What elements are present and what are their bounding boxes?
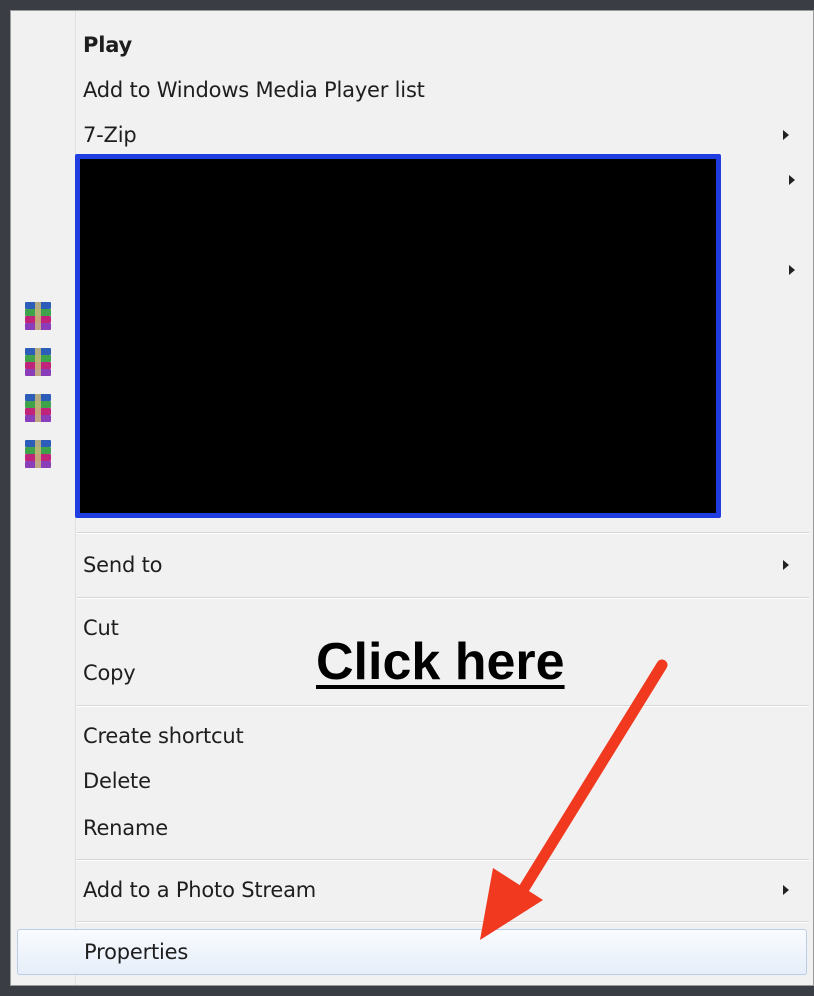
menu-separator (77, 921, 809, 923)
submenu-arrow-icon (783, 885, 789, 895)
menu-item-label: Rename (83, 816, 168, 840)
menu-item-label: Add to Windows Media Player list (83, 78, 425, 102)
menu-item-label: Create shortcut (83, 724, 244, 748)
menu-item-create-shortcut[interactable]: Create shortcut (81, 716, 807, 756)
menu-item-7zip[interactable]: 7-Zip (81, 115, 807, 155)
winrar-icon (25, 440, 51, 468)
menu-item-label: Cut (83, 616, 119, 640)
click-here-annotation: Click here (316, 633, 565, 691)
submenu-arrow-icon (783, 560, 789, 570)
context-menu: Play Add to Windows Media Player list 7-… (10, 10, 814, 986)
menu-item-properties[interactable]: Properties (17, 929, 807, 975)
redacted-menu-region (75, 154, 721, 518)
menu-item-rename[interactable]: Rename (81, 808, 807, 848)
menu-item-delete[interactable]: Delete (81, 761, 807, 801)
menu-item-label: Play (83, 33, 133, 57)
menu-separator (77, 859, 809, 861)
submenu-arrow-icon[interactable] (789, 175, 795, 185)
menu-item-add-to-wmp-list[interactable]: Add to Windows Media Player list (81, 70, 807, 110)
menu-item-add-to-photo-stream[interactable]: Add to a Photo Stream (81, 870, 807, 910)
menu-separator (77, 705, 809, 707)
menu-item-label: Delete (83, 769, 151, 793)
winrar-icon (25, 348, 51, 376)
menu-item-label: 7-Zip (83, 123, 137, 147)
winrar-icon (25, 302, 51, 330)
menu-separator (77, 597, 809, 599)
menu-item-label: Copy (83, 661, 136, 685)
menu-item-label: Add to a Photo Stream (83, 878, 316, 902)
winrar-icon (25, 394, 51, 422)
menu-separator (77, 532, 809, 534)
menu-item-send-to[interactable]: Send to (81, 545, 807, 585)
menu-item-label: Properties (84, 940, 189, 964)
menu-item-play[interactable]: Play (81, 25, 807, 65)
menu-item-label: Send to (83, 553, 163, 577)
submenu-arrow-icon (783, 130, 789, 140)
submenu-arrow-icon[interactable] (789, 265, 795, 275)
